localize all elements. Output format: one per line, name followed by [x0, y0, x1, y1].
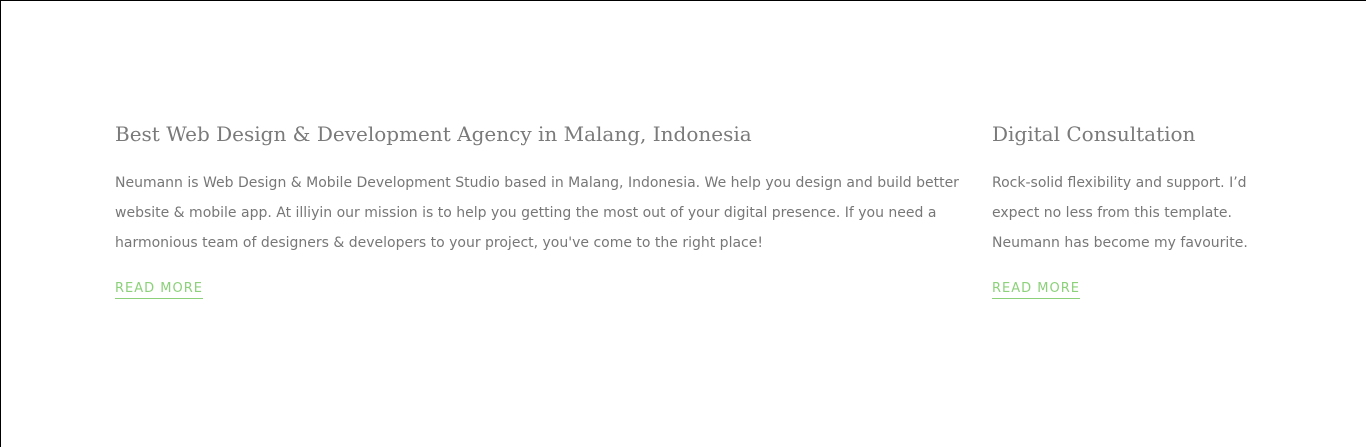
testimonial-line: Rock-solid flexibility and support. I’d: [992, 175, 1247, 191]
page-frame: Best Web Design & Development Agency in …: [0, 0, 1366, 447]
section-title: Digital Consultation: [992, 122, 1196, 146]
section-title: Best Web Design & Development Agency in …: [115, 122, 752, 146]
testimonial-line: Neumann has become my favourite.: [992, 235, 1248, 251]
section-description: Neumann is Web Design & Mobile Developme…: [115, 168, 959, 258]
testimonial-text: Rock-solid flexibility and support. I’d …: [992, 168, 1248, 258]
testimonial-line: expect no less from this template.: [992, 205, 1232, 221]
description-line: website & mobile app. At illiyin our mis…: [115, 205, 937, 221]
read-more-link[interactable]: READ MORE: [992, 280, 1080, 299]
read-more-link[interactable]: READ MORE: [115, 280, 203, 299]
description-line: harmonious team of designers & developer…: [115, 235, 763, 251]
description-line: Neumann is Web Design & Mobile Developme…: [115, 175, 959, 191]
